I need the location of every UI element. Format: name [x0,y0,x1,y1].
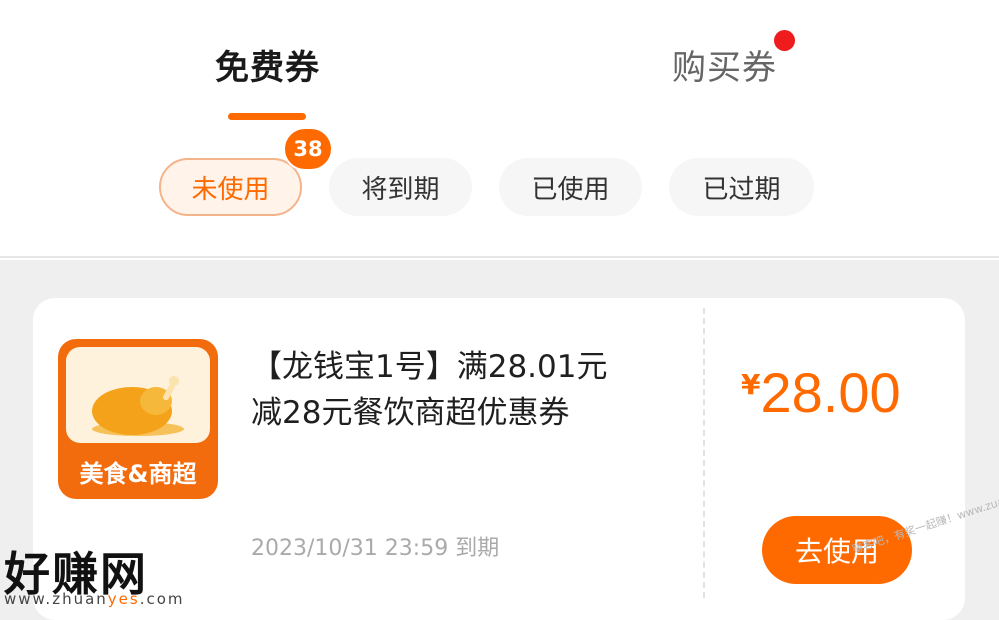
coupon-divider [703,308,705,598]
coupon-list: 美食&商超 【龙钱宝1号】满28.01元 减28元餐饮商超优惠券 2023/10… [0,260,999,620]
coupon-title-line2: 减28元餐饮商超优惠券 [251,395,570,431]
filter-used[interactable]: 已使用 [499,158,642,216]
use-coupon-button[interactable]: 去使用 [762,516,912,584]
coupon-tabs-header: 免费券 购买券 未使用 38 将到期 已使用 已过期 [0,0,999,258]
tab-free-coupons[interactable]: 免费券 [215,40,320,89]
tab-purchased-coupons[interactable]: 购买券 [672,40,777,89]
coupon-thumbnail: 美食&商超 [58,339,218,499]
unused-count-badge: 38 [283,127,333,171]
roast-chicken-icon [92,376,184,436]
coupon-category-label: 美食&商超 [79,460,197,488]
coupon-amount: ¥28.00 [741,360,901,425]
filter-expired[interactable]: 已过期 [669,158,814,216]
filter-expiring[interactable]: 将到期 [329,158,472,216]
active-tab-indicator [228,113,306,120]
coupon-amount-value: 28.00 [760,361,901,424]
watermark-url: www.zhuanyes.com [4,590,185,608]
coupon-card[interactable]: 美食&商超 【龙钱宝1号】满28.01元 减28元餐饮商超优惠券 2023/10… [33,298,965,620]
coupon-title-line1: 【龙钱宝1号】满28.01元 [251,349,608,385]
filter-unused[interactable]: 未使用 [159,158,302,216]
notification-dot [774,30,795,51]
coupon-title: 【龙钱宝1号】满28.01元 减28元餐饮商超优惠券 [251,344,671,436]
currency-symbol: ¥ [741,368,761,401]
coupon-expiry: 2023/10/31 23:59 到期 [251,536,500,561]
